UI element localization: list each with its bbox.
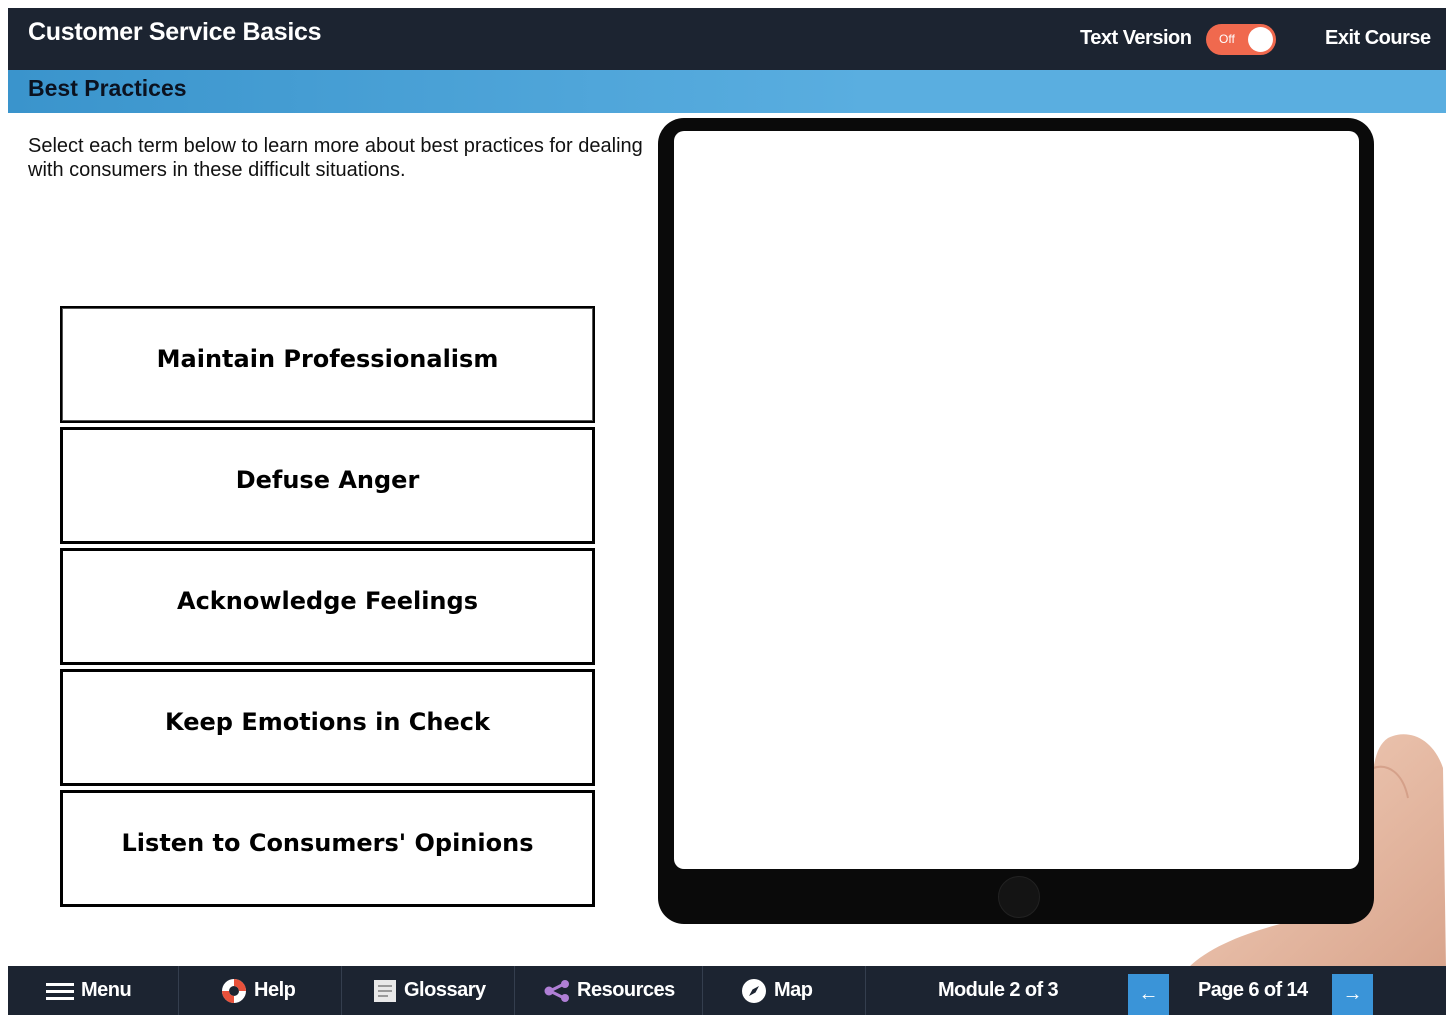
term-button-maintain-professionalism[interactable]: Maintain Professionalism (60, 306, 595, 423)
map-button[interactable]: Map (741, 966, 813, 1015)
top-header: Customer Service Basics Text Version Off… (8, 8, 1446, 70)
glossary-button[interactable]: Glossary (373, 966, 486, 1015)
section-title: Best Practices (28, 75, 187, 101)
glossary-label: Glossary (404, 979, 486, 1001)
text-version-label: Text Version (1080, 27, 1192, 49)
nav-divider (341, 966, 342, 1015)
map-label: Map (774, 979, 813, 1001)
hamburger-icon (46, 982, 74, 1000)
term-button-keep-emotions-in-check[interactable]: Keep Emotions in Check (60, 669, 595, 786)
resources-label: Resources (577, 979, 675, 1001)
nav-divider (865, 966, 866, 1015)
module-indicator: Module 2 of 3 (938, 979, 1059, 1001)
page-indicator: Page 6 of 14 (1198, 979, 1308, 1001)
nav-divider (514, 966, 515, 1015)
term-button-defuse-anger[interactable]: Defuse Anger (60, 427, 595, 544)
help-label: Help (254, 979, 296, 1001)
book-icon (374, 979, 396, 1002)
bottom-nav: Menu Help Glossary Resources Map Module … (8, 966, 1446, 1015)
share-icon (544, 979, 569, 1002)
toggle-knob (1248, 27, 1273, 52)
instruction-text: Select each term below to learn more abo… (28, 135, 643, 181)
term-button-acknowledge-feelings[interactable]: Acknowledge Feelings (60, 548, 595, 665)
resources-button[interactable]: Resources (544, 966, 675, 1015)
menu-button[interactable]: Menu (46, 966, 132, 1015)
text-version-toggle[interactable]: Off (1206, 24, 1276, 55)
section-header: Best Practices (8, 70, 1446, 113)
nav-divider (702, 966, 703, 1015)
compass-icon (742, 978, 766, 1003)
tablet-screen (674, 131, 1359, 869)
nav-divider (178, 966, 179, 1015)
prev-page-button[interactable]: ← (1128, 974, 1169, 1015)
exit-course-button[interactable]: Exit Course (1325, 27, 1431, 50)
arrow-left-icon: ← (1138, 983, 1159, 1005)
term-button-listen-to-consumers[interactable]: Listen to Consumers' Opinions (60, 790, 595, 907)
course-title: Customer Service Basics (28, 18, 322, 46)
tablet-home-button (998, 876, 1040, 918)
arrow-right-icon: → (1342, 983, 1363, 1005)
lifebuoy-icon (222, 978, 246, 1003)
menu-label: Menu (81, 979, 132, 1001)
tablet-device (658, 118, 1374, 924)
toggle-state-label: Off (1219, 32, 1235, 46)
course-player: Customer Service Basics Text Version Off… (8, 8, 1446, 1015)
next-page-button[interactable]: → (1332, 974, 1373, 1015)
help-button[interactable]: Help (221, 966, 296, 1015)
